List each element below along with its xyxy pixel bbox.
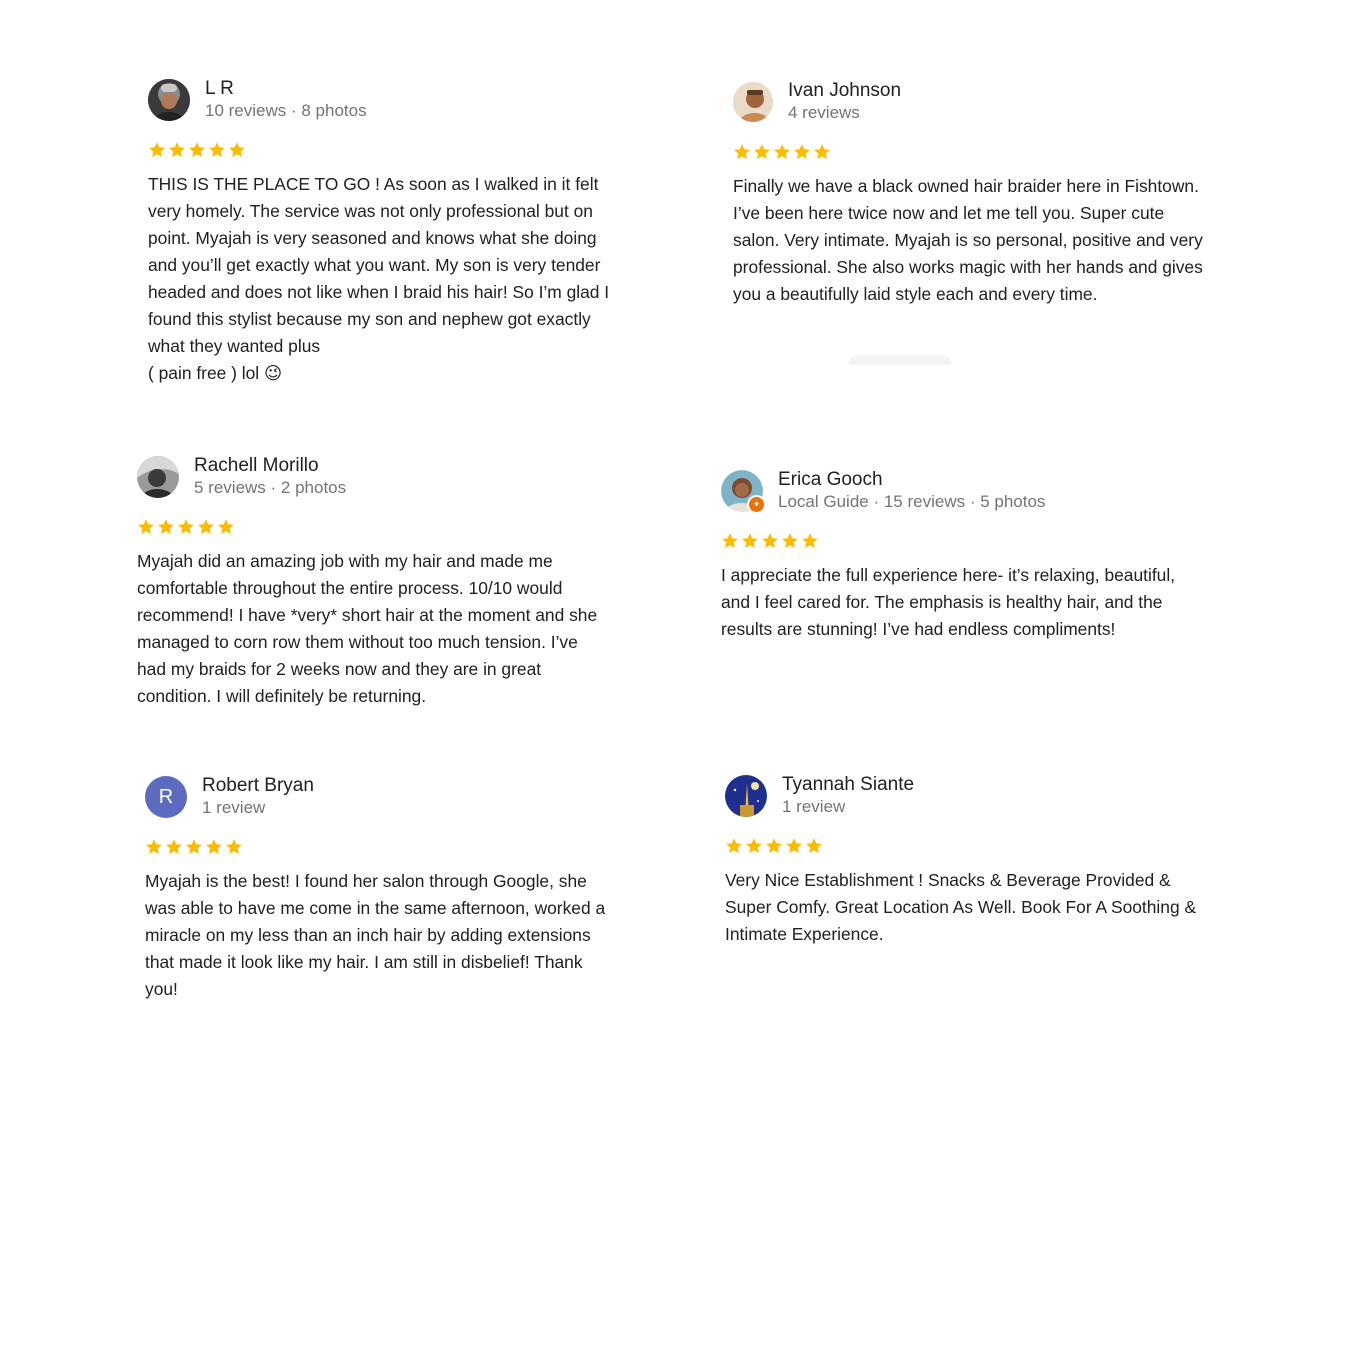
review-text: I appreciate the full experience here- i… [721, 565, 1180, 639]
reviewer-name[interactable]: Ivan Johnson [788, 80, 901, 102]
avatar[interactable] [148, 79, 190, 121]
review-card: Tyannah Siante 1 review Very Nice Establ… [725, 773, 1205, 948]
avatar[interactable] [725, 775, 767, 817]
review-card: R Robert Bryan 1 review Myajah is the be… [145, 774, 615, 1003]
star-icon [802, 533, 818, 549]
star-rating [721, 532, 1191, 552]
star-icon [226, 839, 242, 855]
reviewer-meta: 4 reviews [788, 103, 860, 122]
review-text: Myajah did an amazing job with my hair a… [137, 551, 602, 706]
local-guide-badge-icon: ✦ [747, 495, 766, 514]
star-icon [814, 144, 830, 160]
reviewer-name[interactable]: Erica Gooch [778, 469, 1045, 491]
star-rating [725, 837, 1205, 857]
review-card: Ivan Johnson 4 reviews Finally we have a… [733, 79, 1203, 308]
star-icon [186, 839, 202, 855]
reviewer-meta: Local Guide · 15 reviews · 5 photos [778, 492, 1046, 511]
reviewer-meta: 5 reviews · 2 photos [194, 478, 347, 497]
star-icon [198, 519, 214, 535]
reviewer-name[interactable]: L R [205, 78, 367, 100]
review-header: Tyannah Siante 1 review [725, 773, 1205, 819]
review-header: R Robert Bryan 1 review [145, 774, 615, 820]
star-icon [166, 839, 182, 855]
review-text: Finally we have a black owned hair braid… [733, 176, 1208, 304]
star-rating [148, 141, 618, 161]
star-icon [722, 533, 738, 549]
star-icon [754, 144, 770, 160]
star-icon [766, 838, 782, 854]
reviewer-name[interactable]: Robert Bryan [202, 775, 314, 797]
star-icon [786, 838, 802, 854]
reviewer-meta: 1 review [202, 798, 266, 817]
review-header: Ivan Johnson 4 reviews [733, 79, 1203, 125]
avatar[interactable] [733, 82, 773, 122]
star-icon [146, 839, 162, 855]
star-icon [189, 142, 205, 158]
star-icon [782, 533, 798, 549]
star-icon [726, 838, 742, 854]
star-icon [149, 142, 165, 158]
star-rating [137, 518, 607, 538]
review-card: L R 10 reviews · 8 photos THIS IS THE PL… [148, 77, 618, 387]
star-icon [209, 142, 225, 158]
star-icon [158, 519, 174, 535]
star-icon [206, 839, 222, 855]
avatar[interactable]: ✦ [721, 470, 766, 514]
avatar[interactable] [137, 456, 179, 498]
review-card: Rachell Morillo 5 reviews · 2 photos Mya… [137, 454, 607, 710]
avatar[interactable]: R [145, 776, 187, 818]
star-icon [218, 519, 234, 535]
star-icon [742, 533, 758, 549]
reviewer-meta: 1 review [782, 797, 846, 816]
review-text: Very Nice Establishment ! Snacks & Bever… [725, 870, 1201, 944]
star-icon [229, 142, 245, 158]
review-header: Rachell Morillo 5 reviews · 2 photos [137, 454, 607, 500]
review-card: ✦ Erica Gooch Local Guide · 15 reviews ·… [721, 468, 1191, 643]
star-icon [762, 533, 778, 549]
review-text: THIS IS THE PLACE TO GO ! As soon as I w… [148, 174, 610, 383]
star-rating [733, 143, 1203, 163]
reviewer-name[interactable]: Tyannah Siante [782, 774, 914, 796]
star-icon [746, 838, 762, 854]
star-icon [734, 144, 750, 160]
review-header: L R 10 reviews · 8 photos [148, 77, 618, 123]
review-header: ✦ Erica Gooch Local Guide · 15 reviews ·… [721, 468, 1191, 514]
star-icon [138, 519, 154, 535]
star-icon [774, 144, 790, 160]
star-rating [145, 838, 615, 858]
star-icon [169, 142, 185, 158]
reviewer-meta: 10 reviews · 8 photos [205, 101, 367, 120]
more-button-fragment [848, 355, 952, 365]
star-icon [178, 519, 194, 535]
star-icon [794, 144, 810, 160]
review-text: Myajah is the best! I found her salon th… [145, 871, 610, 999]
reviewer-name[interactable]: Rachell Morillo [194, 455, 346, 477]
star-icon [806, 838, 822, 854]
